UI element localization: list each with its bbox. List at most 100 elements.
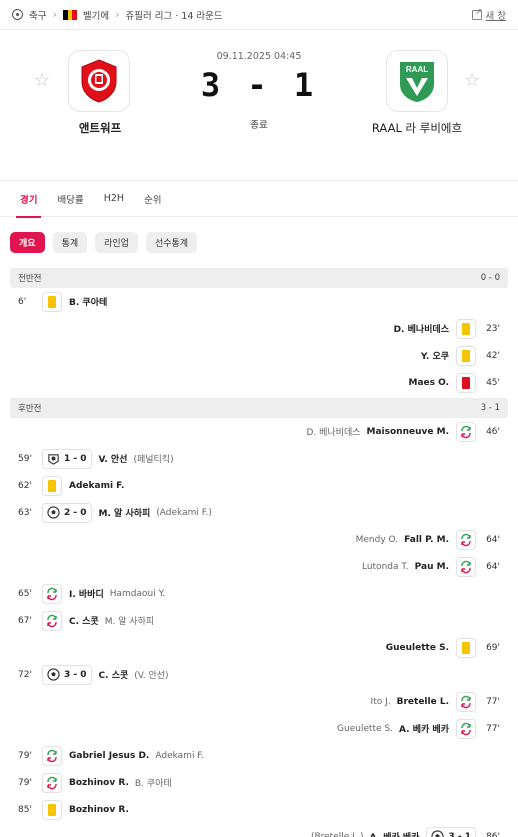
goal-score-box: 3 - 1 [426, 826, 476, 837]
event-player[interactable]: V. 안선 [99, 452, 128, 465]
yellow-card-icon [42, 475, 62, 496]
soccer-ball-icon [47, 506, 60, 519]
goal-running-score: 3 - 1 [448, 831, 471, 837]
yellow-card-icon [42, 799, 62, 820]
event-player[interactable]: Fall P. M. [404, 535, 449, 545]
yellow-card-icon [42, 291, 62, 312]
breadcrumb-country[interactable]: 벨기에 [83, 8, 109, 22]
new-window-label: 새 창 [485, 10, 507, 22]
event-row[interactable]: Lutonda T. Pau M. 64' [0, 553, 518, 580]
event-player[interactable]: I. 바바디 [69, 587, 104, 600]
tab-odds[interactable]: 배당률 [57, 181, 83, 217]
event-minute: 23' [486, 323, 500, 334]
event-row[interactable]: 72' 3 - 0 C. 스콧 (V. 안선) [0, 661, 518, 688]
event-minute: 85' [18, 804, 32, 815]
event-player[interactable]: C. 스콧 [69, 614, 99, 627]
event-secondary: B. 쿠아테 [134, 779, 172, 789]
event-row[interactable]: D. 베나비데스 23' [0, 315, 518, 342]
event-player[interactable]: Bozhinov R. [69, 805, 129, 815]
event-row[interactable]: Gueulette S. A. 베카 베카 77' [0, 715, 518, 742]
event-secondary: Gueulette S. [337, 723, 394, 734]
event-row[interactable]: Maes O. 45' [0, 369, 518, 396]
event-minute: 62' [18, 480, 32, 491]
event-row[interactable]: Y. 오쿠 42' [0, 342, 518, 369]
soccer-ball-icon [12, 9, 23, 20]
event-minute: 64' [486, 561, 500, 572]
event-player[interactable]: A. 베카 베카 [399, 722, 449, 735]
tab-match[interactable]: 경기 [15, 181, 43, 218]
event-secondary: (페널티킥) [133, 455, 174, 465]
event-minute: 64' [486, 534, 500, 545]
event-row[interactable]: 67' C. 스콧 M. 알 사하피 [0, 607, 518, 634]
event-row[interactable]: Mendy O. Fall P. M. 64' [0, 526, 518, 553]
event-row[interactable]: D. 베나비데스 Maisonneuve M. 46' [0, 418, 518, 445]
event-player[interactable]: Bretelle L. [397, 697, 449, 707]
event-row[interactable]: 6' B. 쿠아테 [0, 288, 518, 315]
event-minute: 79' [18, 777, 32, 788]
top-bar: 축구 › 벨기에 › 쥬필러 리그 · 14 라운드 새 창 [0, 0, 518, 30]
goal-running-score: 2 - 0 [64, 507, 87, 518]
event-minute: 69' [486, 642, 500, 653]
breadcrumb-league[interactable]: 쥬필러 리그 · 14 라운드 [126, 8, 223, 22]
event-player[interactable]: Gabriel Jesus D. [69, 751, 149, 761]
event-row[interactable]: 79' Gabriel Jesus D. Adekami F. [0, 742, 518, 769]
event-minute: 46' [486, 426, 500, 437]
away-team-logo[interactable]: RAAL [386, 50, 448, 112]
event-player[interactable]: A. 베카 베카 [370, 830, 420, 837]
event-secondary: Adekami F. [155, 750, 204, 761]
favorite-away-star-icon[interactable]: ☆ [464, 72, 480, 90]
goal-score-box: 1 - 0 [42, 448, 92, 469]
event-secondary: Lutonda T. [361, 561, 409, 572]
goal-running-score: 1 - 0 [64, 453, 87, 464]
event-player[interactable]: B. 쿠아테 [69, 295, 107, 308]
pill-player-stats[interactable]: 선수통계 [145, 232, 198, 253]
chevron-right-icon: › [52, 8, 57, 21]
event-secondary: Hamdaoui Y. [109, 588, 166, 599]
event-player[interactable]: Maisonneuve M. [367, 427, 449, 437]
event-minute: 77' [486, 723, 500, 734]
away-team-name[interactable]: RAAL 라 루비에흐 [342, 120, 492, 136]
event-row[interactable]: 79' Bozhinov R. B. 쿠아테 [0, 769, 518, 796]
pill-lineups[interactable]: 라인업 [95, 232, 138, 253]
event-minute: 42' [486, 350, 500, 361]
event-secondary: (Bretelle L.) [310, 831, 364, 837]
tab-standings[interactable]: 순위 [144, 181, 161, 217]
event-player[interactable]: Bozhinov R. [69, 778, 129, 788]
event-minute: 65' [18, 588, 32, 599]
soccer-ball-icon [431, 830, 445, 837]
event-secondary: Ito J. [370, 696, 391, 707]
event-player[interactable]: Gueulette S. [386, 643, 449, 653]
pill-stats[interactable]: 통계 [52, 232, 88, 253]
event-player[interactable]: M. 알 사하피 [99, 506, 151, 519]
tab-h2h[interactable]: H2H [104, 181, 124, 217]
section-label: 전반전 [18, 274, 42, 284]
breadcrumb-sport[interactable]: 축구 [29, 8, 46, 22]
event-minute: 63' [18, 507, 32, 518]
event-row[interactable]: 65' I. 바바디 Hamdaoui Y. [0, 580, 518, 607]
second-half-header: 후반전 3 - 1 [10, 398, 508, 418]
substitution-icon [42, 745, 62, 766]
event-row[interactable]: Ito J. Bretelle L. 77' [0, 688, 518, 715]
event-row[interactable]: 62' Adekami F. [0, 472, 518, 499]
event-row[interactable]: Gueulette S. 69' [0, 634, 518, 661]
substitution-icon [456, 529, 476, 550]
new-window-link[interactable]: 새 창 [471, 7, 507, 22]
substitution-icon [42, 610, 62, 631]
event-player[interactable]: C. 스콧 [99, 668, 129, 681]
second-half-events: D. 베나비데스 Maisonneuve M. 46' 59' 1 - 0 V. 안선 (페… [0, 418, 518, 837]
first-half-header: 전반전 0 - 0 [10, 268, 508, 288]
event-row[interactable]: (Bretelle L.) A. 베카 베카 3 - 1 86' [0, 823, 518, 837]
event-player[interactable]: Pau M. [415, 562, 449, 572]
event-player[interactable]: Y. 오쿠 [421, 349, 449, 362]
substitution-icon [456, 421, 476, 442]
event-row[interactable]: 85' Bozhinov R. [0, 796, 518, 823]
event-row[interactable]: 63' 2 - 0 M. 알 사하피 (Adekami F.) [0, 499, 518, 526]
breadcrumb: 축구 › 벨기에 › 쥬필러 리그 · 14 라운드 [12, 8, 472, 22]
goal-score-box: 2 - 0 [42, 502, 92, 523]
event-player[interactable]: Adekami F. [69, 481, 124, 491]
event-player[interactable]: D. 베나비데스 [394, 322, 449, 335]
event-player[interactable]: Maes O. [409, 378, 450, 388]
match-tabs: 경기 배당률 H2H 순위 [0, 181, 518, 218]
event-row[interactable]: 59' 1 - 0 V. 안선 (페널티킥) [0, 445, 518, 472]
pill-summary[interactable]: 개요 [10, 232, 45, 253]
